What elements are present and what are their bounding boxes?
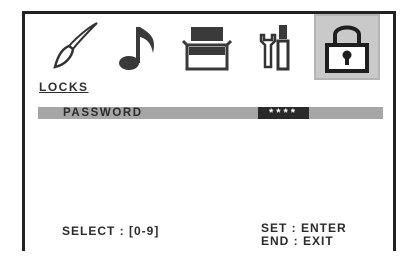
key-hints: SET : ENTER END : EXIT — [261, 222, 347, 248]
select-hint: SELECT : [0-9] — [62, 224, 160, 238]
tab-tools[interactable] — [246, 18, 304, 76]
password-field[interactable]: **** — [258, 107, 309, 119]
paintbrush-icon — [53, 22, 98, 69]
password-label: PASSWORD — [63, 107, 143, 119]
tools-icon — [259, 25, 290, 71]
tab-paintbrush[interactable] — [46, 18, 104, 76]
password-setting-row[interactable]: PASSWORD **** — [38, 107, 383, 119]
tab-tv[interactable] — [178, 18, 236, 76]
tab-music[interactable] — [110, 18, 168, 76]
tv-box-icon — [181, 27, 233, 71]
end-hint: END : EXIT — [261, 234, 334, 248]
tab-locks[interactable] — [314, 14, 380, 80]
active-tab-title: LOCKS — [39, 80, 89, 94]
lock-icon — [325, 25, 369, 73]
music-note-icon — [119, 27, 155, 70]
